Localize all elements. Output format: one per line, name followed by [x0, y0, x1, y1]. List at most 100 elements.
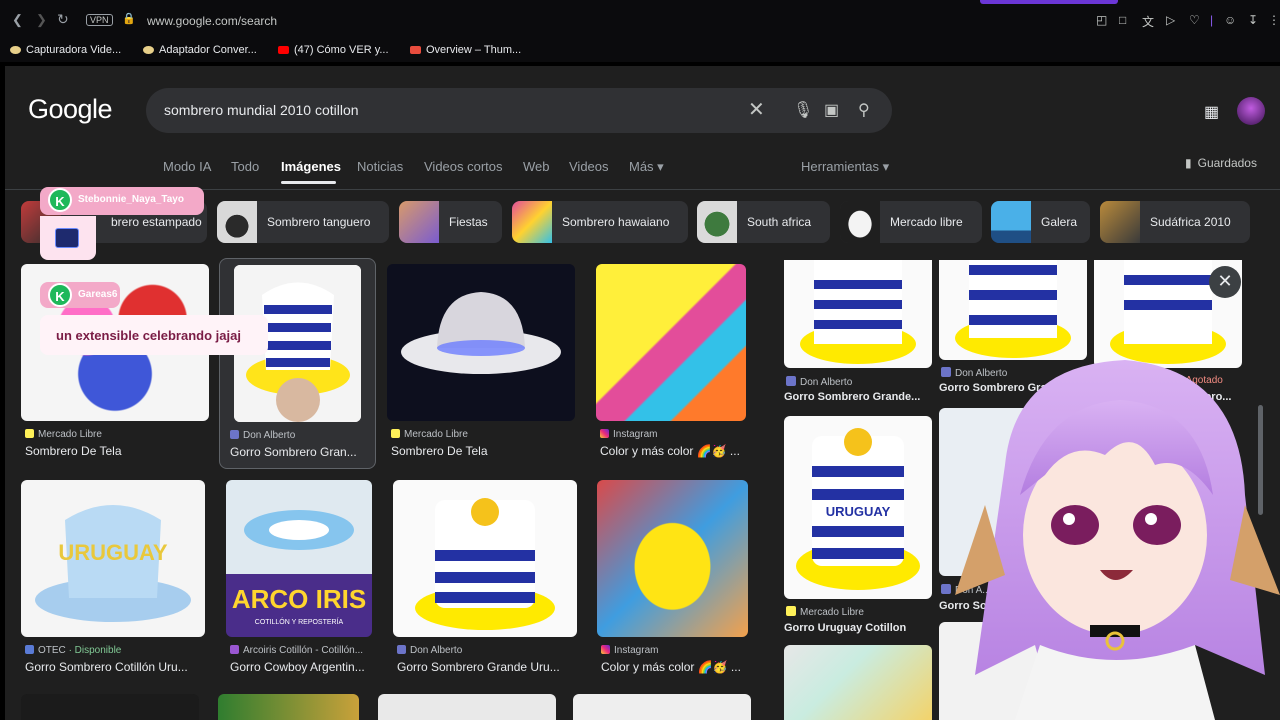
result-source: Don Alberto — [397, 645, 462, 656]
tab-todo[interactable]: Todo — [231, 159, 259, 174]
result-image-partial[interactable] — [218, 694, 359, 720]
google-logo[interactable]: Google — [28, 94, 113, 125]
result-card[interactable]: Instagram Color y más color 🌈🥳 ... — [596, 264, 746, 464]
chip-sudafrica-2010[interactable]: Sudáfrica 2010 — [1100, 201, 1250, 243]
result-title[interactable]: Gorro Sombrero Gran... — [230, 445, 370, 459]
close-icon: ✕ — [1217, 271, 1233, 291]
result-image[interactable] — [387, 264, 575, 421]
bookmark-item[interactable]: Adaptador Conver... — [143, 44, 257, 56]
result-card[interactable]: Instagram Color y más color 🌈🥳 ... — [597, 480, 748, 680]
panel-title[interactable]: Gorro Sombrero Grande... — [784, 391, 920, 403]
result-title[interactable]: Color y más color 🌈🥳 ... — [601, 660, 752, 674]
uruguay-hat-image: URUGUAY — [796, 428, 920, 590]
tab-web[interactable]: Web — [523, 159, 550, 174]
arcoiris-subtitle: COTILLÓN Y REPOSTERÍA — [255, 617, 344, 626]
result-card[interactable]: Mercado Libre Sombrero De Tela — [387, 264, 575, 464]
bookmark-item[interactable]: Capturadora Vide... — [10, 44, 121, 56]
source-label: Mercado Libre — [38, 429, 102, 440]
youtube-icon — [278, 46, 289, 54]
mercadolibre-icon — [391, 429, 400, 438]
tab-mas[interactable]: Más ▾ — [629, 159, 664, 175]
clear-icon[interactable]: ✕ — [748, 97, 765, 122]
panel-image[interactable] — [784, 260, 932, 368]
result-title[interactable]: Sombrero De Tela — [391, 444, 575, 458]
result-title[interactable]: Gorro Sombrero Cotillón Uru... — [25, 660, 209, 674]
uruguay-tall-hat-image — [415, 498, 555, 630]
uruguay-hat-image — [800, 260, 916, 364]
panel-title[interactable]: Gorro Uruguay Cotillon — [784, 622, 906, 634]
source-label: Don Alberto — [243, 430, 296, 441]
apps-grid-icon[interactable]: ▦ — [1204, 102, 1219, 122]
search-box[interactable]: sombrero mundial 2010 cotillon ✕ 🎙 ▣ ⚲ — [146, 88, 892, 133]
chip-thumbnail — [697, 201, 737, 243]
result-card[interactable]: URUGUAY OTEC · Disponible Gorro Sombrero… — [21, 480, 205, 680]
result-image-partial[interactable] — [378, 694, 556, 720]
chip-label: Sudáfrica 2010 — [1150, 215, 1231, 229]
result-image[interactable] — [597, 480, 748, 637]
lock-icon[interactable]: 🔒 — [122, 12, 136, 25]
result-title[interactable]: Color y más color 🌈🥳 ... — [600, 444, 750, 458]
result-image[interactable] — [393, 480, 577, 637]
chip-label: Sombrero tanguero — [267, 215, 371, 229]
result-card[interactable]: ARCO IRIS COTILLÓN Y REPOSTERÍA Arcoiris… — [226, 480, 372, 680]
search-icon[interactable]: ⚲ — [858, 100, 870, 120]
tab-imagenes[interactable]: Imágenes — [281, 159, 341, 174]
search-input[interactable]: sombrero mundial 2010 cotillon — [164, 102, 359, 118]
result-image[interactable]: ARCO IRIS COTILLÓN Y REPOSTERÍA — [226, 480, 372, 637]
tab-modo-ia[interactable]: Modo IA — [163, 159, 211, 174]
result-title[interactable]: Gorro Sombrero Grande Uru... — [397, 660, 581, 674]
tools-button[interactable]: Herramientas ▾ — [801, 159, 889, 175]
download-icon[interactable]: ↧ — [1248, 13, 1258, 27]
back-icon[interactable]: ❮ — [12, 12, 23, 28]
result-card-selected[interactable]: Don Alberto Gorro Sombrero Gran... — [219, 258, 376, 469]
heart-icon[interactable]: ♡ — [1189, 13, 1200, 27]
tab-videos-cortos[interactable]: Videos cortos — [424, 159, 503, 174]
bookmark-item[interactable]: Overview – Thum... — [410, 44, 521, 56]
bookmark-label: (47) Cómo VER y... — [294, 44, 389, 56]
bookmark-item[interactable]: (47) Cómo VER y... — [278, 44, 389, 56]
translate-icon[interactable]: 文 — [1142, 13, 1154, 30]
lens-icon[interactable]: ▣ — [824, 100, 839, 120]
result-image-partial[interactable] — [21, 694, 199, 720]
reload-icon[interactable]: ↻ — [57, 11, 69, 28]
panel-source: Mercado Libre — [786, 606, 864, 618]
bookmark-icon[interactable]: ◰ — [1096, 13, 1107, 27]
screenshot-icon[interactable]: □ — [1119, 13, 1126, 27]
result-source: Instagram — [601, 645, 658, 656]
play-icon[interactable]: ▷ — [1166, 13, 1175, 27]
panel-image[interactable]: URUGUAY — [784, 416, 932, 599]
active-extension-indicator — [980, 0, 1118, 4]
chip-thumbnail — [1100, 201, 1140, 243]
result-title[interactable]: Sombrero De Tela — [25, 444, 209, 458]
tab-noticias[interactable]: Noticias — [357, 159, 403, 174]
chip-sombrero-hawaiano[interactable]: Sombrero hawaiano — [512, 201, 688, 243]
forward-icon[interactable]: ❯ — [36, 12, 47, 28]
profile-icon[interactable]: ☺ — [1224, 13, 1236, 27]
result-title[interactable]: Gorro Cowboy Argentin... — [230, 660, 376, 674]
chip-fiestas[interactable]: Fiestas — [399, 201, 502, 243]
microphone-icon[interactable]: 🎙 — [793, 100, 813, 120]
chip-label: South africa — [747, 215, 812, 229]
source-label: OTEC — [38, 645, 66, 656]
result-image[interactable]: URUGUAY — [21, 480, 205, 637]
chip-galera[interactable]: Galera — [991, 201, 1090, 243]
chip-label: Fiestas — [449, 215, 488, 229]
chip-south-africa[interactable]: South africa — [697, 201, 830, 243]
chip-mercado-libre[interactable]: Mercado libre — [840, 201, 982, 243]
saved-button[interactable]: ▮ Guardados — [1185, 156, 1257, 170]
result-image[interactable] — [596, 264, 746, 421]
close-button[interactable]: ✕ — [1209, 266, 1241, 298]
menu-icon[interactable]: ⋮ — [1268, 13, 1280, 27]
chip-sombrero-tanguero[interactable]: Sombrero tanguero — [217, 201, 389, 243]
result-source: Don Alberto — [230, 430, 295, 441]
vpn-badge[interactable]: VPN — [86, 14, 113, 26]
result-image-partial[interactable] — [573, 694, 751, 720]
mercadolibre-icon — [25, 429, 34, 438]
chip-thumbnail — [217, 201, 257, 243]
mercadolibre-icon — [786, 606, 796, 616]
tab-videos[interactable]: Videos — [569, 159, 609, 174]
avatar[interactable] — [1237, 97, 1265, 125]
result-card[interactable]: Don Alberto Gorro Sombrero Grande Uru... — [393, 480, 577, 680]
panel-image-partial[interactable] — [784, 645, 932, 720]
address-bar[interactable]: www.google.com/search — [147, 14, 277, 28]
